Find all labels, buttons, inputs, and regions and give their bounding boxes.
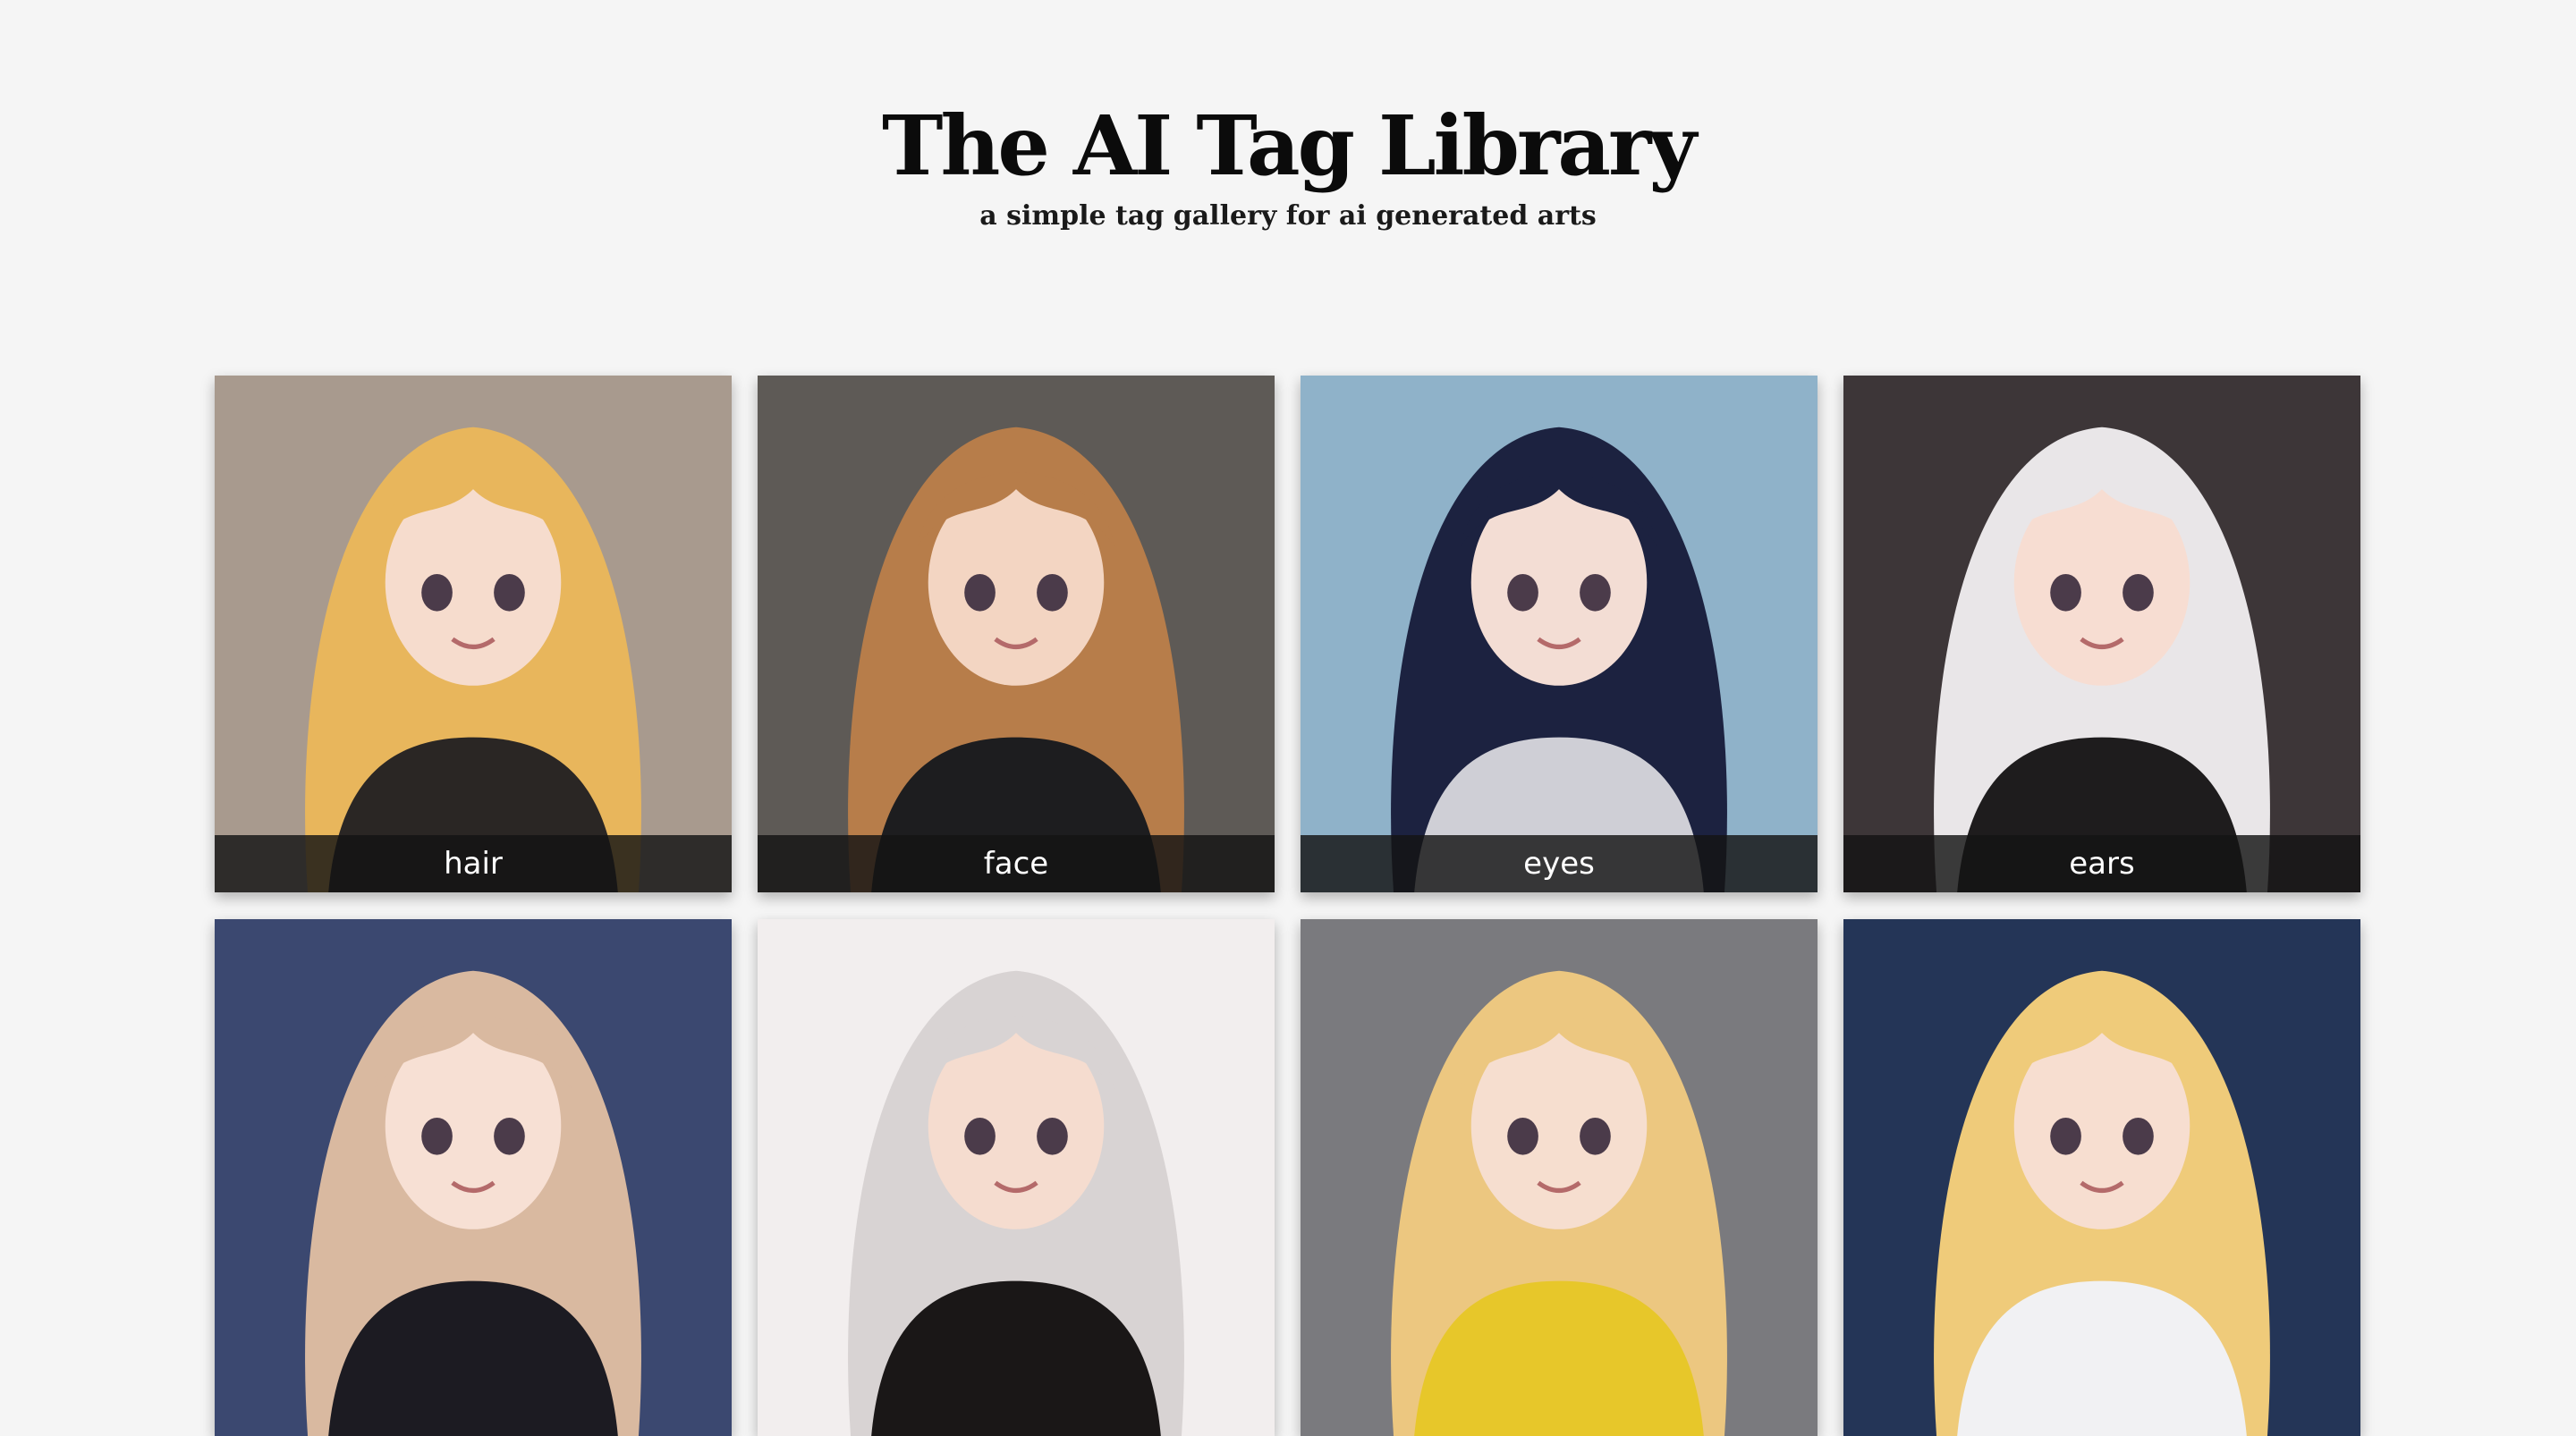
page-title: The AI Tag Library: [882, 97, 1697, 194]
artwork-thumbnail: [1301, 919, 1818, 1436]
artwork-thumbnail: [215, 919, 732, 1436]
gallery-card[interactable]: [1301, 919, 1818, 1436]
gallery-card[interactable]: ears: [1843, 376, 2360, 892]
artwork-thumbnail: [758, 376, 1275, 892]
tag-caption: ears: [1843, 835, 2360, 892]
artwork-thumbnail: [758, 919, 1275, 1436]
tag-gallery: hair face eyes ears: [215, 376, 2361, 1436]
tag-caption: hair: [215, 835, 732, 892]
gallery-card[interactable]: eyes: [1301, 376, 1818, 892]
artwork-thumbnail: [1843, 376, 2360, 892]
gallery-card[interactable]: [215, 919, 732, 1436]
tag-caption: face: [758, 835, 1275, 892]
tag-caption: eyes: [1301, 835, 1818, 892]
page-subtitle: a simple tag gallery for ai generated ar…: [979, 200, 1597, 232]
gallery-card[interactable]: [758, 919, 1275, 1436]
artwork-thumbnail: [1301, 376, 1818, 892]
gallery-card[interactable]: hair: [215, 376, 732, 892]
artwork-thumbnail: [215, 376, 732, 892]
gallery-card[interactable]: [1843, 919, 2360, 1436]
gallery-card[interactable]: face: [758, 376, 1275, 892]
artwork-thumbnail: [1843, 919, 2360, 1436]
